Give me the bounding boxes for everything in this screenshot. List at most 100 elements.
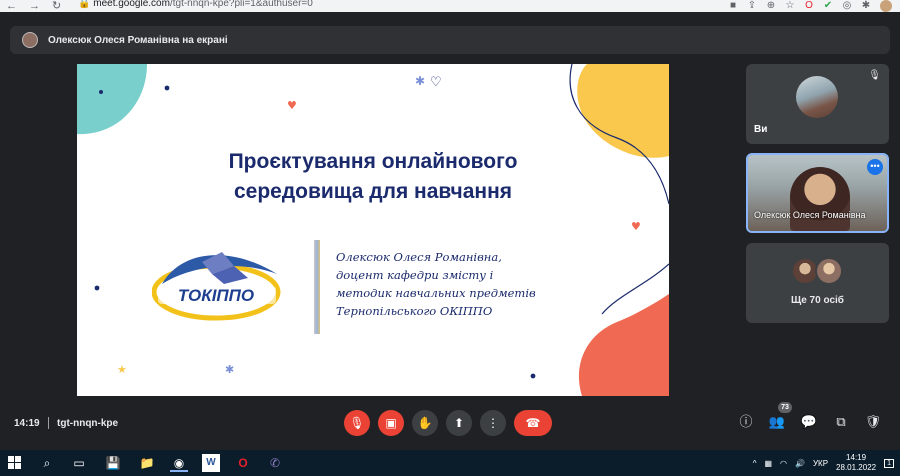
hand-icon: ✋ <box>417 416 433 430</box>
clock[interactable]: 14:19 28.01.2022 <box>836 453 876 473</box>
more-options-button[interactable]: ⋮ <box>480 410 506 436</box>
system-tray: ^ ▦ ◠ 🔊 УКР 14:19 28.01.2022 1 <box>753 453 894 473</box>
people-icon[interactable]: 👥 <box>768 414 786 430</box>
slide-title-line: середовища для навчання <box>233 180 513 203</box>
author-line: Тернопільського ОКІППО <box>336 304 493 318</box>
author-line: Олексюк Олеся Романівна, <box>336 250 502 264</box>
back-arrow-icon[interactable]: ← <box>6 0 17 12</box>
meet-window: ← → ↻ 🔒 meet.google.com/tgt-nnqn-kpe?pli… <box>0 0 900 476</box>
author-line: доцент кафедри змісту і <box>336 268 494 282</box>
puzzle-icon[interactable]: ✱ <box>861 1 871 11</box>
windows-taskbar: ⌕ ▭ 💾 📁 ◉ W O ✆ ^ ▦ ◠ 🔊 УКР 14:19 28.01.… <box>0 450 900 476</box>
activities-icon[interactable]: ⧉ <box>832 414 850 430</box>
url-domain: meet.google.com <box>93 0 170 9</box>
lock-icon: 🔒 <box>78 0 91 9</box>
tokippo-logo: ТОКІППО <box>152 252 281 321</box>
mic-off-icon: 🎙 <box>868 70 881 81</box>
file-explorer-icon[interactable]: 📁 <box>138 454 156 472</box>
chrome-icon[interactable]: ◉ <box>170 454 188 472</box>
author-block: Олексюк Олеся Романівна, доцент кафедри … <box>336 248 536 320</box>
participant-count-badge: 73 <box>778 402 792 413</box>
search-icon[interactable]: ⌕ <box>38 454 56 472</box>
presenter-banner: Олексюк Олеся Романівна на екрані <box>10 26 890 54</box>
yellow-blob <box>577 64 669 158</box>
viber-icon[interactable]: ✆ <box>266 454 284 472</box>
reload-icon[interactable]: ↻ <box>52 0 61 12</box>
leave-call-button[interactable]: ☎ <box>514 410 552 436</box>
raise-hand-button[interactable]: ✋ <box>412 410 438 436</box>
extension-icon[interactable]: ◎ <box>842 1 852 11</box>
clock-time: 14:19 <box>846 453 867 462</box>
chat-icon[interactable]: 💬 <box>800 414 818 430</box>
present-screen-icon: ⬆ <box>453 416 465 430</box>
camera-toggle-button[interactable]: ▣ <box>378 410 404 436</box>
host-controls-icon[interactable]: 🛡 <box>864 414 882 430</box>
slide-title-line: Проєктування онлайнового <box>228 150 518 173</box>
zoom-icon[interactable]: ⊕ <box>766 1 776 11</box>
address-bar[interactable]: 🔒 meet.google.com/tgt-nnqn-kpe?pli=1&aut… <box>78 0 313 9</box>
slide-title: Проєктування онлайнового середовища для … <box>77 147 669 207</box>
star-decoration-icon: ★ <box>117 363 127 376</box>
more-vertical-icon: ⋮ <box>487 416 499 430</box>
self-tile[interactable]: 🎙 Ви <box>746 64 889 144</box>
heart-icon: ♥ <box>631 220 641 233</box>
logo-text: ТОКІППО <box>178 286 254 305</box>
notification-icon[interactable]: 1 <box>884 458 894 468</box>
word-icon[interactable]: W <box>202 454 220 472</box>
meeting-controls-bar: 14:19 tgt-nnqn-kpe 🎙 ▣ ✋ ⬆ ⋮ ☎ ⓘ 👥 73 💬 … <box>0 402 900 444</box>
presenter-avatar <box>22 32 38 48</box>
avatar <box>815 257 843 285</box>
meeting-time: 14:19 <box>14 418 40 429</box>
meeting-code: tgt-nnqn-kpe <box>57 418 119 429</box>
opera-icon[interactable]: O <box>234 454 252 472</box>
heart-icon: ♥ <box>287 99 297 112</box>
extension-bar: ■ ⇪ ⊕ ☆ O ✔ ◎ ✱ <box>728 0 892 12</box>
dot-decoration <box>94 285 100 291</box>
opera-icon[interactable]: O <box>804 1 814 11</box>
others-label: Ще 70 осіб <box>791 295 844 306</box>
others-tile[interactable]: Ще 70 осіб <box>746 243 889 323</box>
volume-icon[interactable]: 🔊 <box>795 459 805 468</box>
star-icon[interactable]: ☆ <box>785 1 795 11</box>
speaker-person <box>790 167 850 231</box>
url-path: /tgt-nnqn-kpe?pli=1&authuser=0 <box>169 0 313 9</box>
dot-decoration <box>164 85 170 91</box>
dot-decoration <box>99 90 103 94</box>
speaker-tile[interactable]: ••• Олексюк Олеся Романівна <box>746 153 889 233</box>
author-line: методик навчальних предметів <box>336 286 536 300</box>
teal-blob <box>77 64 147 135</box>
browser-nav: ← → ↻ <box>0 0 61 12</box>
windows-start-icon[interactable] <box>8 456 21 469</box>
self-label: Ви <box>754 124 768 135</box>
heart-outline-icon: ♡ <box>430 75 442 90</box>
share-icon[interactable]: ⇪ <box>747 1 757 11</box>
forward-arrow-icon[interactable]: → <box>29 0 40 12</box>
profile-avatar[interactable] <box>880 0 892 12</box>
divider <box>48 417 49 429</box>
presentation-slide: ✱ ♡ ♥ ♥ ★ ✱ Проєктування онлайнового сер… <box>77 64 669 396</box>
save-disk-icon[interactable]: 💾 <box>104 454 122 472</box>
mic-toggle-button[interactable]: 🎙 <box>344 410 370 436</box>
language-indicator[interactable]: УКР <box>813 459 828 468</box>
dot-decoration <box>530 373 536 379</box>
sparkle-icon: ✱ <box>415 74 425 88</box>
others-avatars <box>791 257 843 285</box>
camera-off-icon: ▣ <box>385 416 397 430</box>
sparkle-icon: ✱ <box>225 363 234 376</box>
slide-decorations: ✱ ♡ ♥ ♥ ★ ✱ <box>77 64 669 396</box>
tray-chevron-icon[interactable]: ^ <box>753 459 757 468</box>
wifi-icon[interactable]: ◠ <box>780 459 787 468</box>
present-now-button[interactable]: ⬆ <box>446 410 472 436</box>
network-icon[interactable]: ▦ <box>764 459 772 468</box>
task-view-icon[interactable]: ▭ <box>70 454 88 472</box>
accent-divider <box>314 240 320 334</box>
self-avatar <box>796 76 838 118</box>
speaker-label: Олексюк Олеся Романівна <box>754 210 866 220</box>
more-options-icon[interactable]: ••• <box>867 159 883 175</box>
presenter-label: Олексюк Олеся Романівна на екрані <box>48 34 228 46</box>
camera-icon[interactable]: ■ <box>728 1 738 11</box>
shield-check-icon[interactable]: ✔ <box>823 1 833 11</box>
clock-date: 28.01.2022 <box>836 463 877 472</box>
meeting-details-icon[interactable]: ⓘ <box>737 414 755 430</box>
mic-off-icon: 🎙 <box>349 416 365 430</box>
